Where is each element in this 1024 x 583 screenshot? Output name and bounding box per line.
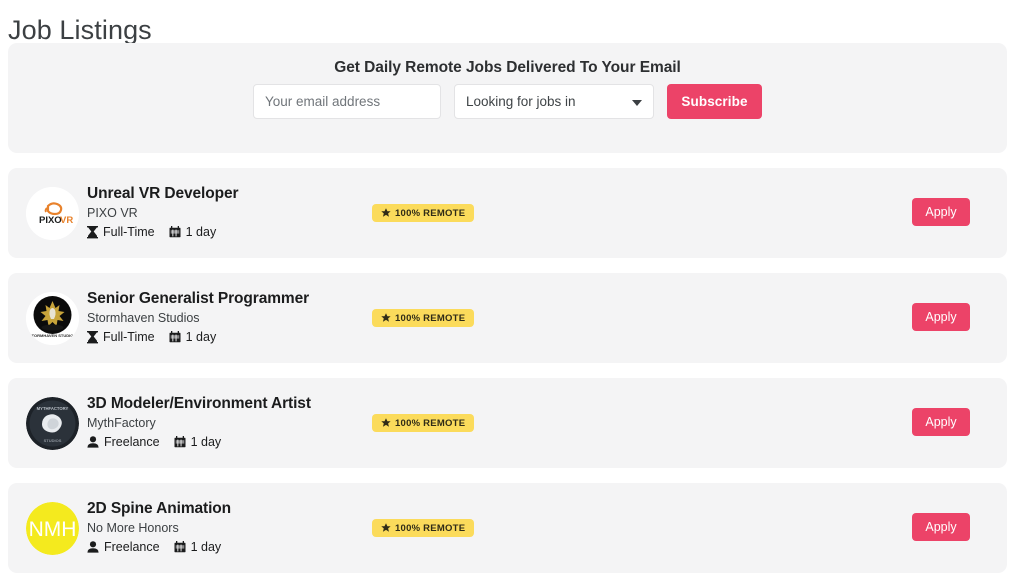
star-icon: [381, 208, 391, 218]
newsletter-form: Looking for jobs in Subscribe: [8, 84, 1007, 119]
job-meta: Full-Time 1 day: [87, 329, 309, 345]
status-badge: 100% REMOTE: [372, 519, 474, 537]
apply-button[interactable]: Apply: [912, 513, 970, 541]
company-name: No More Honors: [87, 520, 231, 536]
job-listing-row[interactable]: STORMHAVEN STUDIOS Senior Generalist Pro…: [8, 273, 1007, 363]
svg-text:STORMHAVEN STUDIOS: STORMHAVEN STUDIOS: [29, 333, 76, 338]
apply-button[interactable]: Apply: [912, 198, 970, 226]
job-meta: Full-Time 1 day: [87, 224, 238, 240]
star-icon: [381, 418, 391, 428]
svg-text:NMH: NMH: [29, 518, 77, 541]
job-title: 3D Modeler/Environment Artist: [87, 394, 311, 413]
job-listing-row[interactable]: PIXO VR Unreal VR Developer PIXO VR Full…: [8, 168, 1007, 258]
company-logo-no-more-honors: NMH: [26, 502, 79, 555]
company-logo-pixo-vr: PIXO VR: [26, 187, 79, 240]
employment-type-label: Freelance: [104, 434, 160, 450]
employment-type: Freelance: [87, 539, 160, 555]
posted-date: 1 day: [174, 434, 222, 450]
star-icon: [381, 313, 391, 323]
job-title: Unreal VR Developer: [87, 184, 238, 203]
svg-text:VR: VR: [60, 215, 73, 226]
subscribe-button[interactable]: Subscribe: [667, 84, 762, 119]
svg-text:STUDIOS: STUDIOS: [44, 438, 62, 443]
job-meta: Freelance 1 day: [87, 434, 311, 450]
newsletter-heading: Get Daily Remote Jobs Delivered To Your …: [8, 59, 1007, 77]
status-badge: 100% REMOTE: [372, 414, 474, 432]
hourglass-icon: [87, 331, 98, 344]
status-badge: 100% REMOTE: [372, 309, 474, 327]
company-logo-mythfactory: MYTHFACTORY STUDIOS: [26, 397, 79, 450]
job-listings-page: Job Listings Get Daily Remote Jobs Deliv…: [0, 0, 1024, 583]
company-logo-stormhaven-studios: STORMHAVEN STUDIOS: [26, 292, 79, 345]
posted-date-label: 1 day: [191, 539, 222, 555]
company-name: Stormhaven Studios: [87, 310, 309, 326]
star-icon: [381, 523, 391, 533]
person-icon: [87, 541, 99, 553]
company-name: MythFactory: [87, 415, 311, 431]
svg-text:MYTHFACTORY: MYTHFACTORY: [37, 406, 69, 411]
job-meta: Freelance 1 day: [87, 539, 231, 555]
status-badge-label: 100% REMOTE: [395, 208, 465, 219]
email-field[interactable]: [253, 84, 441, 119]
job-category-select[interactable]: Looking for jobs in: [454, 84, 654, 119]
company-name: PIXO VR: [87, 205, 238, 221]
employment-type-label: Full-Time: [103, 224, 155, 240]
posted-date: 1 day: [169, 329, 217, 345]
job-info: 2D Spine Animation No More Honors Freela…: [87, 499, 231, 555]
job-info: 3D Modeler/Environment Artist MythFactor…: [87, 394, 311, 450]
calendar-icon: [174, 541, 186, 553]
job-title: 2D Spine Animation: [87, 499, 231, 518]
person-icon: [87, 436, 99, 448]
apply-button[interactable]: Apply: [912, 408, 970, 436]
hourglass-icon: [87, 226, 98, 239]
posted-date: 1 day: [169, 224, 217, 240]
status-badge: 100% REMOTE: [372, 204, 474, 222]
job-listing-row[interactable]: NMH 2D Spine Animation No More Honors Fr…: [8, 483, 1007, 573]
posted-date-label: 1 day: [191, 434, 222, 450]
job-info: Unreal VR Developer PIXO VR Full-Time: [87, 184, 238, 240]
newsletter-banner: Get Daily Remote Jobs Delivered To Your …: [8, 43, 1007, 153]
status-badge-label: 100% REMOTE: [395, 523, 465, 534]
status-badge-label: 100% REMOTE: [395, 313, 465, 324]
job-category-select-value: Looking for jobs in: [466, 94, 576, 109]
status-badge-label: 100% REMOTE: [395, 418, 465, 429]
job-title: Senior Generalist Programmer: [87, 289, 309, 308]
employment-type: Freelance: [87, 434, 160, 450]
posted-date: 1 day: [174, 539, 222, 555]
calendar-icon: [169, 226, 181, 238]
calendar-icon: [169, 331, 181, 343]
chevron-down-icon: [632, 100, 642, 106]
employment-type-label: Freelance: [104, 539, 160, 555]
employment-type: Full-Time: [87, 224, 155, 240]
employment-type: Full-Time: [87, 329, 155, 345]
posted-date-label: 1 day: [186, 224, 217, 240]
posted-date-label: 1 day: [186, 329, 217, 345]
apply-button[interactable]: Apply: [912, 303, 970, 331]
svg-text:PIXO: PIXO: [39, 215, 62, 226]
job-listing-row[interactable]: MYTHFACTORY STUDIOS 3D Modeler/Environme…: [8, 378, 1007, 468]
job-info: Senior Generalist Programmer Stormhaven …: [87, 289, 309, 345]
calendar-icon: [174, 436, 186, 448]
employment-type-label: Full-Time: [103, 329, 155, 345]
